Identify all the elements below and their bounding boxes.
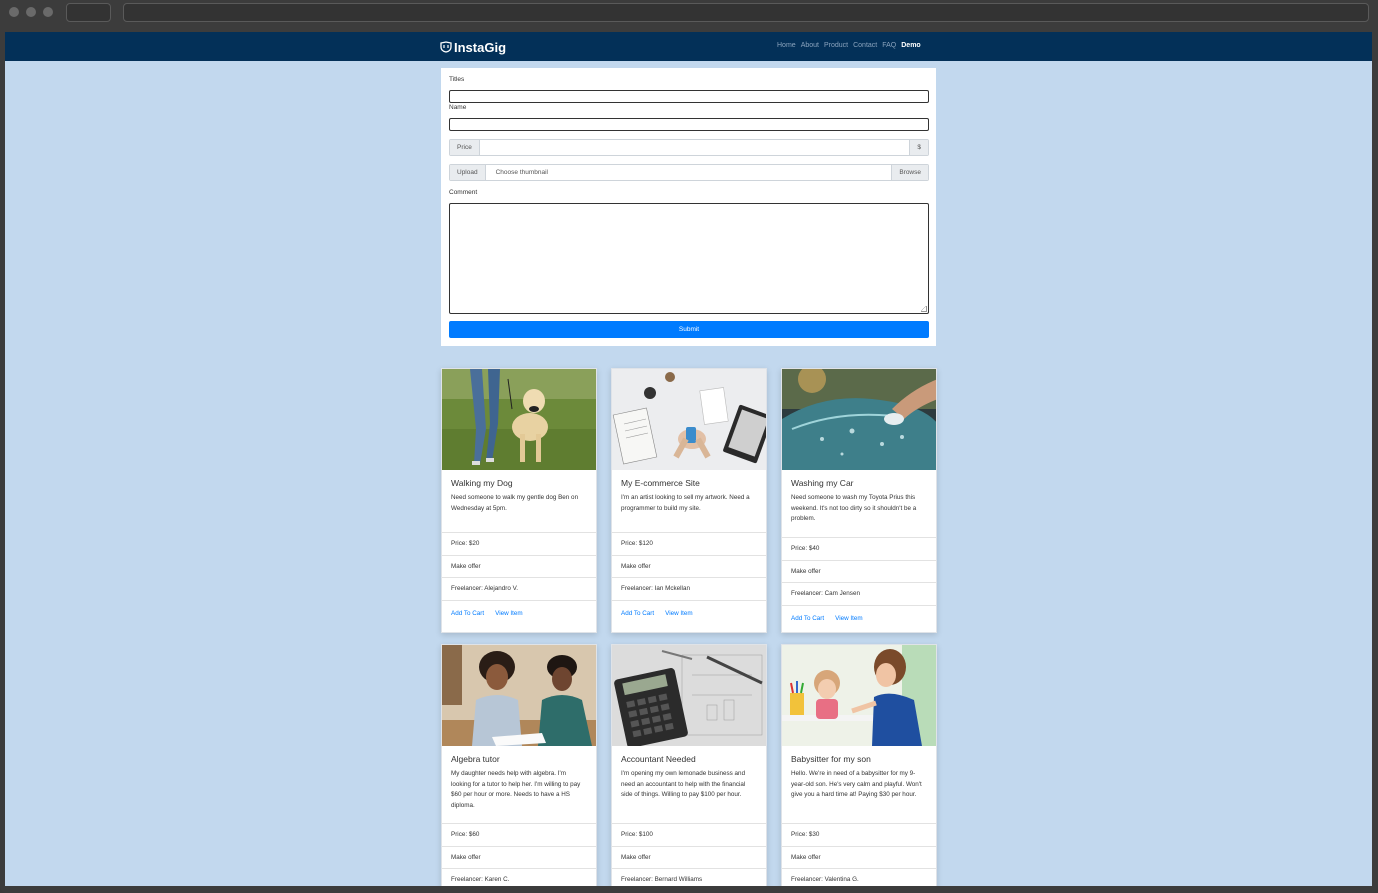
- nav-product[interactable]: Product: [824, 42, 848, 49]
- nav-links: Home About Product Contact FAQ Demo: [777, 42, 921, 49]
- window-maximize-dot[interactable]: [43, 7, 53, 17]
- brand-name: InstaGig: [454, 39, 507, 55]
- card-price: Price: $20: [442, 532, 596, 555]
- gig-card: My E-commerce Site I'm an artist looking…: [611, 368, 767, 633]
- add-to-cart-link[interactable]: Add To Cart: [451, 610, 484, 617]
- currency-addon: $: [909, 140, 928, 155]
- card-footer: Add To Cart View Item: [612, 599, 766, 627]
- card-price: Price: $120: [612, 532, 766, 555]
- card-title: My E-commerce Site: [621, 478, 700, 488]
- car-wash-image[interactable]: [782, 369, 936, 470]
- shield-icon: [440, 41, 452, 53]
- browse-button[interactable]: Browse: [891, 165, 928, 180]
- desk-laptop-image[interactable]: [612, 369, 766, 470]
- calculator-image[interactable]: [612, 645, 766, 746]
- titles-label: Titles: [449, 76, 465, 83]
- dog-walking-image[interactable]: [442, 369, 596, 470]
- card-price: Price: $100: [612, 823, 766, 846]
- gig-form: Titles Name Price $ Upload Choose thumbn…: [441, 68, 936, 346]
- name-label: Name: [449, 104, 467, 111]
- submit-button[interactable]: Submit: [449, 321, 929, 338]
- add-to-cart-link[interactable]: Add To Cart: [791, 615, 824, 622]
- comment-textarea[interactable]: [449, 203, 929, 314]
- card-footer: Add To Cart View Item: [442, 599, 596, 627]
- titles-input[interactable]: [449, 90, 929, 103]
- card-price: Price: $30: [782, 823, 936, 846]
- card-footer: Add To Cart View Item: [782, 604, 936, 632]
- tutoring-image[interactable]: [442, 645, 596, 746]
- card-description: Need someone to walk my gentle dog Ben o…: [451, 494, 579, 512]
- gig-card: Algebra tutor My daughter needs help wit…: [441, 644, 597, 886]
- price-input[interactable]: [479, 140, 910, 155]
- babysitter-image[interactable]: [782, 645, 936, 746]
- card-description: My daughter needs help with algebra. I'm…: [451, 770, 581, 809]
- gig-card: Washing my Car Need someone to wash my T…: [781, 368, 937, 633]
- gig-card: Accountant Needed I'm opening my own lem…: [611, 644, 767, 886]
- card-freelancer: Freelancer: Bernard Williams: [612, 868, 766, 886]
- window-minimize-dot[interactable]: [26, 7, 36, 17]
- make-offer[interactable]: Make offer: [442, 845, 596, 869]
- nav-demo[interactable]: Demo: [901, 42, 920, 49]
- view-item-link[interactable]: View Item: [835, 615, 863, 622]
- make-offer[interactable]: Make offer: [782, 559, 936, 583]
- upload-addon: Upload: [450, 165, 486, 180]
- upload-input-group: Upload Choose thumbnail Browse: [449, 164, 929, 181]
- card-description: Hello. We're in need of a babysitter for…: [791, 770, 922, 798]
- card-freelancer: Freelancer: Cam Jensen: [782, 582, 936, 605]
- window-close-dot[interactable]: [9, 7, 19, 17]
- browser-tab[interactable]: [66, 3, 111, 22]
- card-title: Accountant Needed: [621, 754, 696, 764]
- nav-contact[interactable]: Contact: [853, 42, 877, 49]
- comment-label: Comment: [449, 189, 478, 196]
- card-title: Walking my Dog: [451, 478, 513, 488]
- card-freelancer: Freelancer: Valentina G.: [782, 868, 936, 886]
- resize-grip-icon[interactable]: [921, 306, 927, 312]
- card-title: Washing my Car: [791, 478, 854, 488]
- thumbnail-file-input[interactable]: Choose thumbnail: [485, 165, 892, 180]
- card-description: I'm an artist looking to sell my artwork…: [621, 494, 750, 512]
- card-price: Price: $60: [442, 823, 596, 846]
- gig-card: Walking my Dog Need someone to walk my g…: [441, 368, 597, 633]
- address-bar[interactable]: [123, 3, 1369, 22]
- card-freelancer: Freelancer: Karen C.: [442, 868, 596, 886]
- make-offer[interactable]: Make offer: [612, 845, 766, 869]
- card-title: Babysitter for my son: [791, 754, 871, 764]
- price-input-group: Price $: [449, 139, 929, 156]
- page-viewport: InstaGig Home About Product Contact FAQ …: [5, 32, 1372, 886]
- view-item-link[interactable]: View Item: [665, 610, 693, 617]
- nav-about[interactable]: About: [801, 42, 819, 49]
- nav-faq[interactable]: FAQ: [882, 42, 896, 49]
- browser-window: InstaGig Home About Product Contact FAQ …: [0, 0, 1378, 893]
- view-item-link[interactable]: View Item: [495, 610, 523, 617]
- card-freelancer: Freelancer: Ian Mckellan: [612, 577, 766, 600]
- card-price: Price: $40: [782, 537, 936, 560]
- gig-card: Babysitter for my son Hello. We're in ne…: [781, 644, 937, 886]
- card-description: I'm opening my own lemonade business and…: [621, 770, 746, 798]
- make-offer[interactable]: Make offer: [612, 554, 766, 578]
- nav-home[interactable]: Home: [777, 42, 796, 49]
- add-to-cart-link[interactable]: Add To Cart: [621, 610, 654, 617]
- name-input[interactable]: [449, 118, 929, 131]
- browser-toolbar: [0, 0, 1378, 32]
- brand-logo[interactable]: InstaGig: [440, 39, 506, 55]
- navbar: InstaGig Home About Product Contact FAQ …: [5, 32, 1372, 61]
- make-offer[interactable]: Make offer: [782, 845, 936, 869]
- make-offer[interactable]: Make offer: [442, 554, 596, 578]
- card-freelancer: Freelancer: Alejandro V.: [442, 577, 596, 600]
- card-description: Need someone to wash my Toyota Prius thi…: [791, 494, 917, 522]
- card-title: Algebra tutor: [451, 754, 500, 764]
- price-addon: Price: [450, 140, 480, 155]
